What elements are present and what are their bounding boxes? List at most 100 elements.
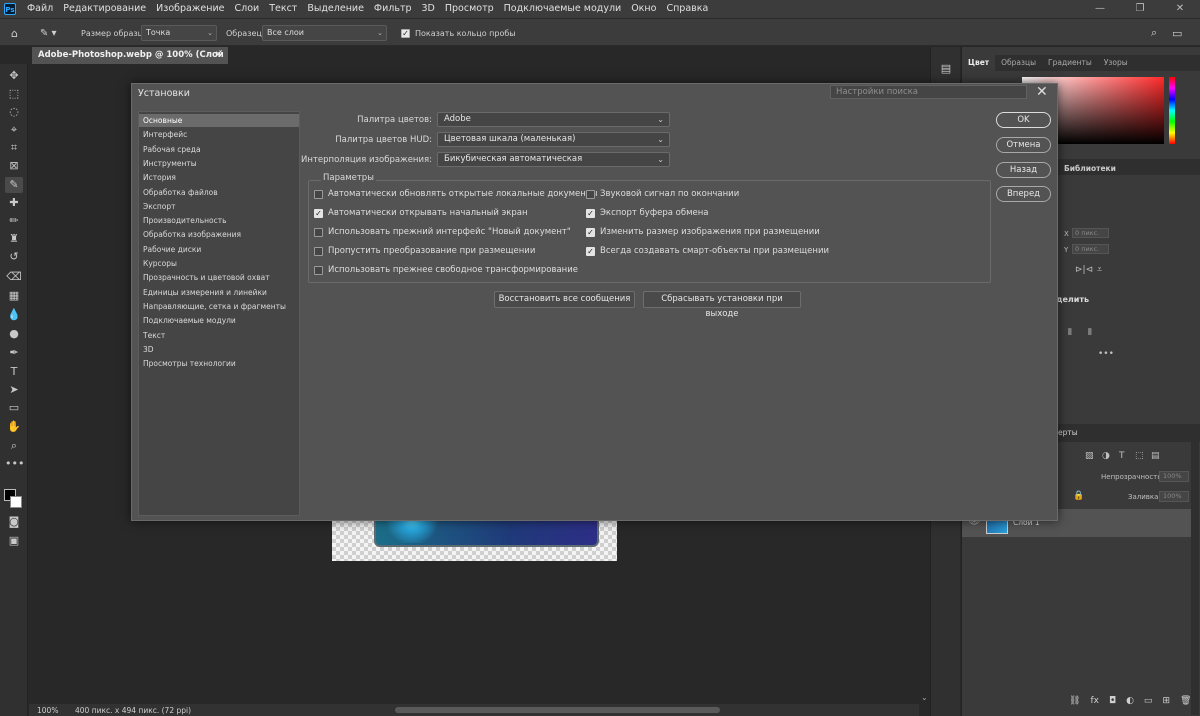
- option-row[interactable]: ✓ Автоматически открывать начальный экран: [314, 208, 528, 218]
- panel-tab[interactable]: Образцы: [995, 55, 1042, 71]
- dodge-tool-icon[interactable]: ●: [5, 326, 23, 342]
- zoom-tool-icon[interactable]: ⌕: [5, 438, 23, 454]
- rectangle-tool-icon[interactable]: ▭: [5, 400, 23, 416]
- option-row[interactable]: Использовать прежний интерфейс "Новый до…: [314, 227, 571, 237]
- nav-item[interactable]: Прозрачность и цветовой охват: [139, 271, 299, 284]
- horizontal-scrollbar[interactable]: [395, 707, 720, 713]
- option-row[interactable]: Пропустить преобразование при размещении: [314, 246, 535, 256]
- restore-button[interactable]: ❐: [1120, 0, 1160, 18]
- nav-item[interactable]: Основные: [139, 114, 299, 127]
- menu-item[interactable]: Выделение: [302, 0, 369, 18]
- back-button[interactable]: Назад: [996, 162, 1051, 178]
- hand-tool-icon[interactable]: ✋: [5, 419, 23, 435]
- option-row[interactable]: Использовать прежнее свободное трансформ…: [314, 265, 578, 275]
- filter-pixel-icon[interactable]: ▧: [1085, 451, 1094, 461]
- type-tool-icon[interactable]: T: [5, 364, 23, 380]
- document-tab[interactable]: Adobe-Photoshop.webp @ 100% (Слой 1, RGB…: [32, 47, 228, 77]
- option-checkbox[interactable]: [314, 189, 323, 199]
- search-settings-input[interactable]: Настройки поиска: [830, 85, 1027, 99]
- menu-item[interactable]: Справка: [661, 0, 713, 18]
- interpolation-select[interactable]: Бикубическая автоматическая ⌄: [437, 152, 670, 167]
- menu-item[interactable]: 3D: [417, 0, 440, 18]
- menu-item[interactable]: Подключаемые модули: [499, 0, 627, 18]
- more-options-icon[interactable]: •••: [1098, 349, 1114, 359]
- menu-item[interactable]: Файл: [22, 0, 58, 18]
- scroll-down-icon[interactable]: ⌄: [921, 693, 928, 702]
- menu-item[interactable]: Редактирование: [58, 0, 151, 18]
- frame-tool-icon[interactable]: ⊠: [5, 158, 23, 174]
- blur-tool-icon[interactable]: 💧: [5, 307, 23, 323]
- show-ring-checkbox[interactable]: ✓: [401, 28, 410, 38]
- distribute-icon[interactable]: ⫴: [1088, 328, 1092, 338]
- option-row[interactable]: Автоматически обновлять открытые локальн…: [314, 189, 598, 199]
- document-canvas[interactable]: [332, 519, 617, 561]
- background-color-swatch[interactable]: [10, 496, 22, 508]
- option-checkbox[interactable]: ✓: [586, 227, 595, 237]
- option-row[interactable]: ✓ Изменить размер изображения при размеще…: [586, 227, 820, 237]
- nav-item[interactable]: Обработка изображения: [139, 228, 299, 241]
- link-layers-icon[interactable]: ⛓: [1069, 696, 1080, 706]
- adjustment-layer-icon[interactable]: ◐: [1126, 696, 1134, 706]
- flip-vertical-icon[interactable]: ⩡: [1097, 265, 1102, 275]
- minimize-button[interactable]: —: [1080, 0, 1120, 18]
- nav-item[interactable]: 3D: [139, 343, 299, 356]
- fill-field[interactable]: 100%: [1159, 491, 1189, 502]
- option-checkbox[interactable]: [314, 246, 323, 256]
- sample-select[interactable]: Все слои ⌄: [262, 25, 387, 41]
- panel-tab[interactable]: Цвет: [962, 55, 996, 71]
- eyedropper-tool-icon[interactable]: ✎: [5, 177, 23, 193]
- marquee-tool-icon[interactable]: ⬚: [5, 86, 23, 102]
- trash-icon[interactable]: 🗑: [1180, 696, 1191, 706]
- fx-icon[interactable]: fx: [1090, 696, 1099, 706]
- menu-item[interactable]: Просмотр: [440, 0, 499, 18]
- home-icon[interactable]: ⌂: [11, 19, 18, 47]
- zoom-level[interactable]: 100%: [29, 706, 67, 715]
- close-window-button[interactable]: ✕: [1160, 0, 1200, 18]
- add-mask-icon[interactable]: ◘: [1109, 696, 1116, 706]
- x-field[interactable]: 0 пикс.: [1072, 228, 1109, 238]
- close-icon[interactable]: ✕: [1036, 84, 1048, 100]
- hud-color-picker-select[interactable]: Цветовая шкала (маленькая) ⌄: [437, 132, 670, 147]
- nav-item[interactable]: Единицы измерения и линейки: [139, 286, 299, 299]
- select-label[interactable]: делить: [1056, 295, 1089, 304]
- filter-type-icon[interactable]: T: [1119, 451, 1125, 461]
- brush-tool-icon[interactable]: ✏: [5, 213, 23, 229]
- tab-libraries[interactable]: Библиотеки: [1064, 164, 1116, 173]
- eyedropper-tool-preset-icon[interactable]: ✎ ▾: [40, 19, 57, 47]
- option-row[interactable]: ✓ Экспорт буфера обмена: [586, 208, 708, 218]
- nav-item[interactable]: Рабочие диски: [139, 243, 299, 256]
- clone-stamp-tool-icon[interactable]: ♜: [5, 231, 23, 247]
- workspace-icon[interactable]: ▭: [1172, 19, 1182, 47]
- option-checkbox[interactable]: ✓: [314, 208, 323, 218]
- reset-on-exit-button[interactable]: Сбрасывать установки при выходе: [643, 291, 801, 319]
- filter-smart-object-icon[interactable]: ▤: [1151, 451, 1160, 461]
- nav-item[interactable]: Обработка файлов: [139, 186, 299, 199]
- flip-horizontal-icon[interactable]: ⊳|⊲: [1075, 265, 1093, 275]
- tab-layers[interactable]: ерты: [1058, 428, 1078, 437]
- filter-shape-icon[interactable]: ⬚: [1135, 451, 1144, 461]
- reset-all-messages-button[interactable]: Восстановить все сообщения: [494, 291, 635, 308]
- lock-icon[interactable]: 🔒: [1073, 491, 1084, 501]
- panel-tab[interactable]: Градиенты: [1042, 55, 1098, 71]
- cancel-button[interactable]: Отмена: [996, 137, 1051, 153]
- option-checkbox[interactable]: ✓: [586, 246, 595, 256]
- opacity-field[interactable]: 100%: [1159, 471, 1189, 482]
- nav-item[interactable]: Курсоры: [139, 257, 299, 270]
- nav-item[interactable]: Инструменты: [139, 157, 299, 170]
- screen-mode-icon[interactable]: ▣: [5, 533, 23, 549]
- option-row[interactable]: ✓ Всегда создавать смарт-объекты при разм…: [586, 246, 829, 256]
- sample-size-select[interactable]: Точка ⌄: [141, 25, 217, 41]
- option-checkbox[interactable]: [586, 189, 595, 199]
- nav-item[interactable]: Подключаемые модули: [139, 314, 299, 327]
- hue-slider[interactable]: [1169, 77, 1175, 144]
- option-checkbox[interactable]: ✓: [586, 208, 595, 218]
- forward-button[interactable]: Вперед: [996, 186, 1051, 202]
- close-document-icon[interactable]: ✕: [215, 47, 222, 64]
- nav-item[interactable]: Производительность: [139, 214, 299, 227]
- panel-tab[interactable]: Узоры: [1098, 55, 1134, 71]
- quick-mask-icon[interactable]: ◙: [5, 514, 23, 530]
- search-icon[interactable]: ⌕: [1151, 19, 1157, 47]
- nav-item[interactable]: Текст: [139, 329, 299, 342]
- ok-button[interactable]: OK: [996, 112, 1051, 128]
- history-brush-tool-icon[interactable]: ↺: [5, 249, 23, 265]
